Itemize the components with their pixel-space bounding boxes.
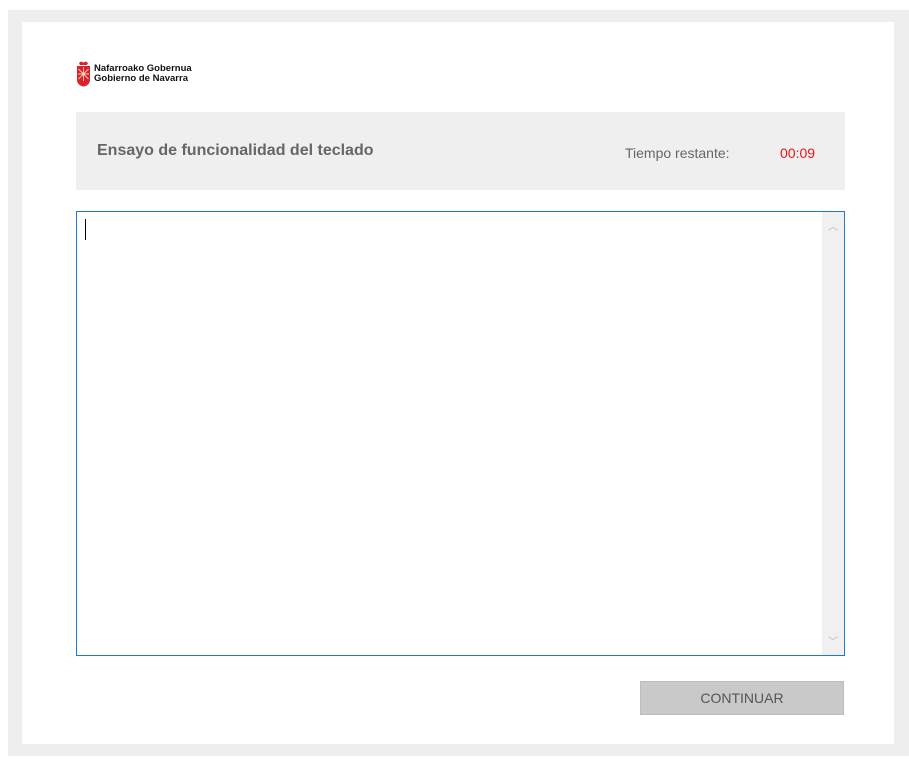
gobierno-navarra-logo: Nafarroako Gobernua Gobierno de Navarra: [76, 60, 192, 88]
typing-area-input[interactable]: [77, 212, 822, 655]
scroll-up-arrow-icon[interactable]: ︿: [822, 219, 844, 236]
scroll-down-arrow-icon[interactable]: ﹀: [822, 634, 844, 651]
text-cursor: [85, 219, 86, 240]
timer-value: 00:09: [780, 145, 816, 161]
logo-line-spanish: Gobierno de Navarra: [94, 73, 188, 84]
page-title: Ensayo de funcionalidad del teclado: [97, 142, 374, 159]
typing-area-container: ︿ ﹀: [76, 211, 845, 656]
navarra-shield-icon: [76, 61, 91, 87]
vertical-scrollbar[interactable]: ︿ ﹀: [822, 212, 844, 655]
continue-button[interactable]: CONTINUAR: [640, 681, 844, 715]
timer-label: Tiempo restante:: [625, 145, 730, 161]
test-header: Ensayo de funcionalidad del teclado Tiem…: [76, 112, 845, 190]
logo-text: Nafarroako Gobernua Gobierno de Navarra: [94, 64, 192, 84]
